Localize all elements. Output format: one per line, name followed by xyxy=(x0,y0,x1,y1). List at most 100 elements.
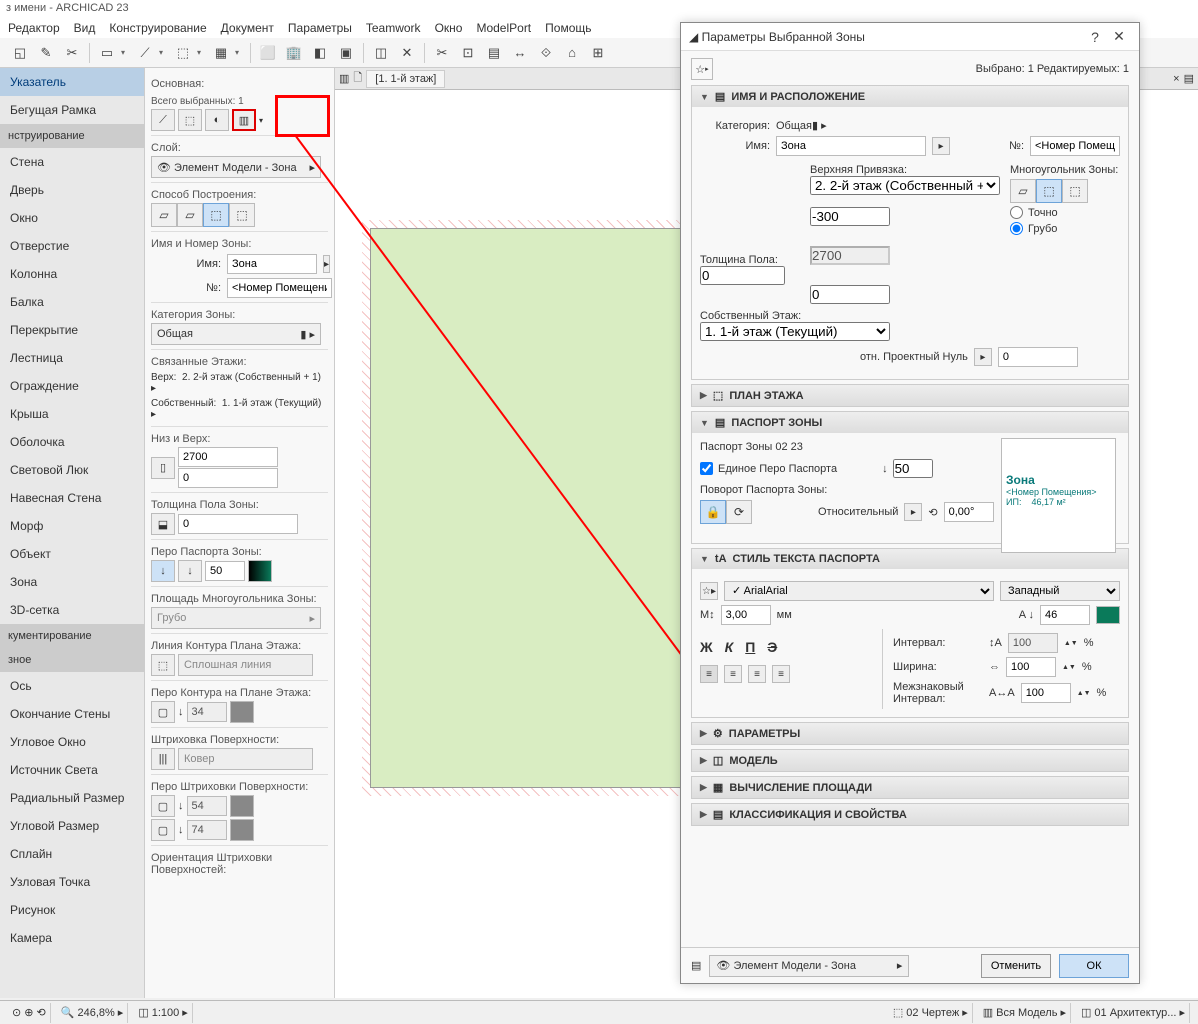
tool-icon[interactable]: ◱ xyxy=(8,41,32,65)
tool-camera[interactable]: Камера xyxy=(0,924,144,952)
tool-raddim[interactable]: Радиальный Размер xyxy=(0,784,144,812)
layer-selector[interactable]: 👁 Элемент Модели - Зона▸ xyxy=(151,156,321,178)
single-pen-checkbox[interactable] xyxy=(700,462,713,475)
tool-drawing[interactable]: Рисунок xyxy=(0,896,144,924)
tool-window[interactable]: Окно xyxy=(0,204,144,232)
layer-selector[interactable]: 👁 Элемент Модели - Зона▸ xyxy=(709,955,909,977)
favorite-star-btn[interactable]: ☆▸ xyxy=(700,582,718,600)
pen-mode-btn[interactable]: ↓ xyxy=(178,560,202,582)
tool-wall[interactable]: Стена xyxy=(0,148,144,176)
tool-object[interactable]: Объект xyxy=(0,540,144,568)
poly-mode-btn[interactable]: ⬚ xyxy=(1036,179,1062,203)
zone-number-input[interactable] xyxy=(227,278,332,298)
tool-slab[interactable]: Перекрытие xyxy=(0,316,144,344)
tool-icon[interactable]: ↔ xyxy=(508,41,532,65)
hatch-toggle[interactable]: ||| xyxy=(151,748,175,770)
char-spacing-input[interactable] xyxy=(1021,683,1071,703)
contour-toggle[interactable]: ⬚ xyxy=(151,654,175,676)
tool-icon[interactable]: ▭ xyxy=(95,41,119,65)
encoding-select[interactable]: Западный xyxy=(1000,581,1120,601)
tool-icon[interactable]: ⬜ xyxy=(256,41,280,65)
tool-axis[interactable]: Ось xyxy=(0,672,144,700)
help-icon[interactable]: ? xyxy=(1083,25,1107,49)
tool-mesh[interactable]: 3D-сетка xyxy=(0,596,144,624)
tool-icon[interactable]: ⊞ xyxy=(586,41,610,65)
menu-item[interactable]: Teamwork xyxy=(366,21,421,37)
geometry-btn[interactable]: ⬚ xyxy=(178,109,202,131)
zoom-display[interactable]: 🔍 246,8% ▸ xyxy=(57,1003,129,1023)
height-top-input[interactable] xyxy=(178,447,278,467)
menu-item[interactable]: ModelPort xyxy=(476,21,531,37)
cancel-button[interactable]: Отменить xyxy=(981,954,1051,978)
tool-icon[interactable]: ⬚ xyxy=(171,41,195,65)
tool-skylight[interactable]: Световой Люк xyxy=(0,456,144,484)
underline-btn[interactable]: П xyxy=(745,639,755,655)
rough-radio[interactable] xyxy=(1010,222,1023,235)
tool-icon[interactable]: ✂ xyxy=(430,41,454,65)
tool-icon[interactable]: ◧ xyxy=(308,41,332,65)
zone-no-input[interactable] xyxy=(1030,136,1120,156)
construct-method-btn[interactable]: ▱ xyxy=(177,203,203,227)
tool-shell[interactable]: Оболочка xyxy=(0,428,144,456)
top-link-select[interactable]: 2. 2-й этаж (Собственный + 1) xyxy=(810,176,1000,195)
tab-icon[interactable]: 🗋 xyxy=(353,69,362,88)
rotate-mode-btn[interactable]: 🔒 xyxy=(700,500,726,524)
tool-icon[interactable]: 🏢 xyxy=(282,41,306,65)
poly-mode-btn[interactable]: ⬚ xyxy=(1062,179,1088,203)
ok-button[interactable]: ОК xyxy=(1059,954,1129,978)
category-selector[interactable]: Общая ▮ ▸ xyxy=(151,323,321,345)
menu-item[interactable]: Конструирование xyxy=(109,21,206,37)
favorite-star-btn[interactable]: ☆▸ xyxy=(691,58,713,80)
geometry-btn[interactable]: ◐ xyxy=(205,109,229,131)
tool-beam[interactable]: Балка xyxy=(0,288,144,316)
rotate-mode-btn[interactable]: ⟳ xyxy=(726,500,752,524)
menu-item[interactable]: Вид xyxy=(74,21,96,37)
zone-name-input[interactable] xyxy=(776,136,926,156)
tool-stair[interactable]: Лестница xyxy=(0,344,144,372)
strike-btn[interactable]: Э xyxy=(767,639,777,655)
tab-icon[interactable]: ▥ xyxy=(339,72,349,85)
top-offset-input[interactable] xyxy=(810,207,890,226)
menu-item[interactable]: Документ xyxy=(221,21,274,37)
close-icon[interactable]: ✕ xyxy=(1107,25,1131,49)
tool-marquee[interactable]: Бегущая Рамка xyxy=(0,96,144,124)
tool-icon[interactable]: ✕ xyxy=(395,41,419,65)
tool-icon[interactable]: ▣ xyxy=(334,41,358,65)
tool-morph[interactable]: Морф xyxy=(0,512,144,540)
tool-hotspot[interactable]: Узловая Точка xyxy=(0,868,144,896)
tool-railing[interactable]: Ограждение xyxy=(0,372,144,400)
tool-angdim[interactable]: Угловой Размер xyxy=(0,812,144,840)
width-input[interactable] xyxy=(1006,657,1056,677)
section-header[interactable]: ▶⬚ ПЛАН ЭТАЖА xyxy=(692,385,1128,406)
geometry-btn[interactable]: ⟋ xyxy=(151,109,175,131)
category-select[interactable]: Общая▮ ▸ xyxy=(776,119,1120,132)
menu-item[interactable]: Параметры xyxy=(288,21,352,37)
floor-thick-input[interactable] xyxy=(700,266,785,285)
tool-curtainwall[interactable]: Навесная Стена xyxy=(0,484,144,512)
tool-icon[interactable]: ✎ xyxy=(34,41,58,65)
floor-plan-tab[interactable]: [1. 1-й этаж] xyxy=(366,70,445,88)
section-header[interactable]: ▶⚙ПАРАМЕТРЫ xyxy=(692,723,1128,744)
section-header[interactable]: ▼▤ ПАСПОРТ ЗОНЫ xyxy=(692,412,1128,433)
tool-spline[interactable]: Сплайн xyxy=(0,840,144,868)
proj-zero-input[interactable] xyxy=(998,347,1078,367)
pen-color-swatch[interactable] xyxy=(1096,606,1120,624)
bottom-offset-input[interactable] xyxy=(810,285,890,304)
align-left-btn[interactable]: ≡ xyxy=(700,665,718,683)
tool-icon[interactable]: ⌂ xyxy=(560,41,584,65)
align-justify-btn[interactable]: ≡ xyxy=(772,665,790,683)
tool-pointer[interactable]: Указатель xyxy=(0,68,144,96)
tool-icon[interactable]: ⟋ xyxy=(133,41,157,65)
view-display[interactable]: ⬚ 02 Чертеж ▸ xyxy=(889,1003,973,1023)
section-header[interactable]: ▶▤КЛАССИФИКАЦИЯ И СВОЙСТВА xyxy=(692,804,1128,825)
tool-roof[interactable]: Крыша xyxy=(0,400,144,428)
align-center-btn[interactable]: ≡ xyxy=(724,665,742,683)
italic-btn[interactable]: К xyxy=(725,639,734,655)
section-header[interactable]: ▶▦ВЫЧИСЛЕНИЕ ПЛОЩАДИ xyxy=(692,777,1128,798)
pen-color-swatch[interactable] xyxy=(248,560,272,582)
arrow-btn[interactable]: ▸ xyxy=(323,255,330,273)
tool-icon[interactable]: ✂ xyxy=(60,41,84,65)
pen-mode-btn[interactable]: ↓ xyxy=(151,560,175,582)
review-display[interactable]: ◫ 01 Архитектур... ▸ xyxy=(1077,1003,1190,1023)
nav-icon[interactable]: ▤ xyxy=(1184,72,1194,85)
